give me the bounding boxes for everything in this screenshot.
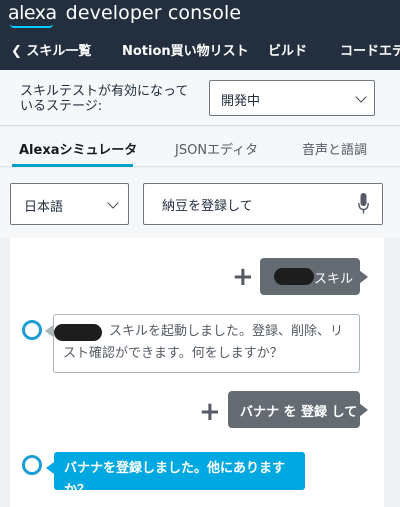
tab-voice-tone[interactable]: 音声と語調: [302, 139, 367, 158]
plus-icon: +: [232, 262, 254, 292]
alexa-ring-icon: [22, 320, 42, 340]
stage-label: スキルテストが有効になっているステージ:: [20, 84, 189, 114]
nav-build[interactable]: ビルド: [268, 40, 307, 59]
top-bar: alexa developer console ❮ スキル一覧 Notion買い…: [0, 0, 400, 70]
redacted-skill-name: [54, 324, 102, 341]
chevron-down-icon: [355, 91, 367, 103]
user-utterance-bubble: バナナ を 登録 して: [228, 391, 368, 428]
nav-back-skill-list[interactable]: ❮ スキル一覧: [11, 40, 91, 59]
language-select[interactable]: 日本語: [10, 183, 129, 225]
bubble-tail: [45, 325, 53, 337]
simulator-tabs: Alexaシミュレータ JSONエディタ 音声と語調: [0, 127, 400, 167]
alexa-ring-icon: [22, 455, 42, 475]
stage-select[interactable]: 開発中: [209, 80, 375, 116]
top-nav: ❮ スキル一覧 Notion買い物リスト ビルド コードエデ: [0, 34, 400, 62]
alexa-logo: alexa: [8, 2, 57, 28]
alexa-response-bubble: スキルを起動しました。登録、削除、リスト確認ができます。何をしますか？: [53, 314, 360, 373]
brand[interactable]: alexa developer console: [8, 2, 241, 28]
utterance-input[interactable]: [143, 183, 383, 225]
nav-code-editor[interactable]: コードエデ: [340, 40, 400, 59]
console-title: developer console: [65, 2, 242, 24]
stage-select-value: 開発中: [221, 94, 261, 109]
active-tab-indicator: [12, 164, 133, 167]
chevron-down-icon: [107, 197, 119, 209]
microphone-icon[interactable]: [358, 193, 369, 215]
user-utterance-text: スキル: [314, 272, 354, 287]
bubble-tail: [46, 462, 54, 474]
language-select-value: 日本語: [24, 200, 64, 215]
logo-text: alexa: [8, 2, 57, 24]
plus-icon: +: [199, 397, 221, 427]
user-utterance-text: バナナ を 登録 して: [240, 405, 358, 420]
tab-alexa-simulator[interactable]: Alexaシミュレータ: [19, 139, 137, 158]
redacted-skill-name: [274, 268, 314, 285]
tab-json-editor[interactable]: JSONエディタ: [175, 139, 258, 158]
alexa-response-bubble: バナナを登録しました。他にありますか？: [54, 452, 305, 498]
nav-skill-name[interactable]: Notion買い物リスト: [122, 40, 249, 59]
user-utterance-bubble: スキル: [260, 258, 368, 295]
alexa-smile-icon: [10, 24, 53, 28]
